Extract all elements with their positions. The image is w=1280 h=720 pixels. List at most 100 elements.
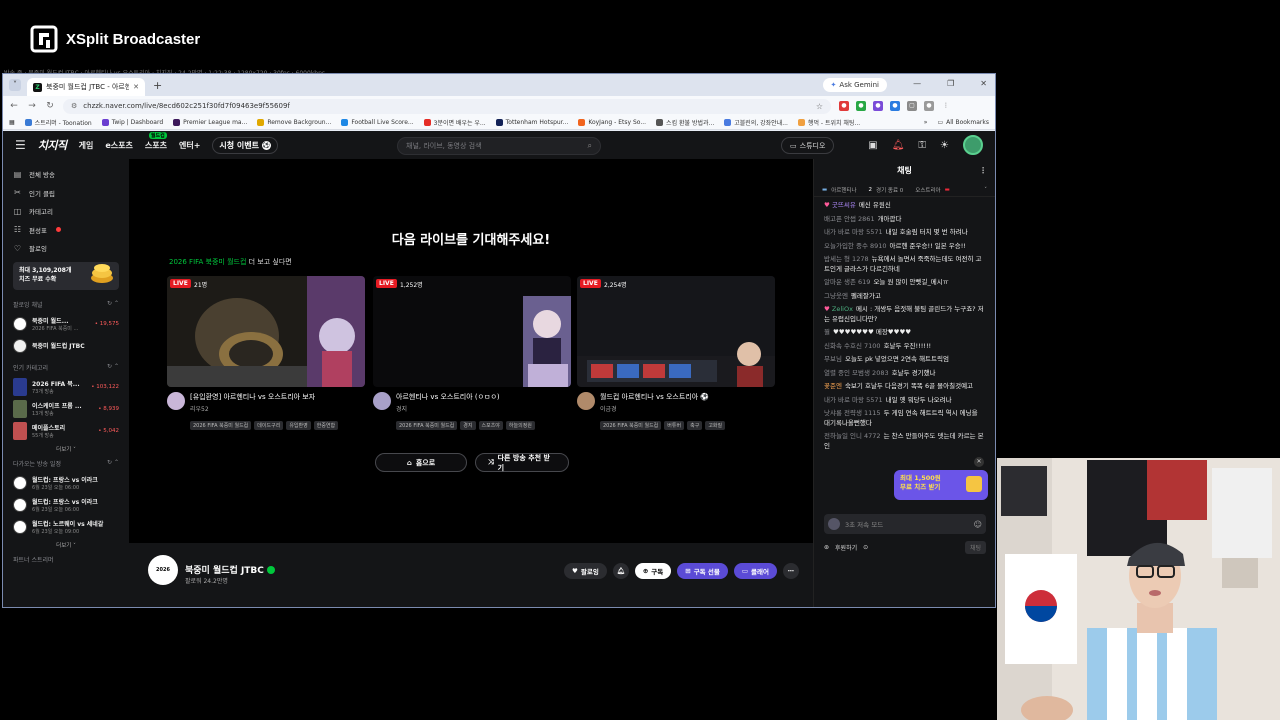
cheese-button[interactable]: ▭ 클래어	[733, 563, 777, 579]
upcoming-item[interactable]: 월드컵: 프랑스 vs 이라크 6월 23일 오늘 06:00	[13, 472, 119, 494]
refresh-icon[interactable]: ↻ ⌃	[107, 300, 119, 309]
maximize-icon[interactable]: ❐	[947, 79, 954, 88]
url-field[interactable]: ⚙ chzzk.naver.com/live/8ecd602c251f30fd7…	[63, 98, 831, 114]
bookmark-item[interactable]: Remove Backgroun...	[257, 119, 331, 126]
recommend-other-button[interactable]: ⤨ 다른 방송 추천 받기	[475, 453, 569, 472]
chat-username[interactable]: 무보님	[824, 355, 842, 363]
extension-blue-icon[interactable]: ●	[890, 101, 900, 111]
tab-close-icon[interactable]: ✕	[133, 83, 139, 91]
card-channel[interactable]: 리우52	[190, 404, 315, 413]
minimize-icon[interactable]: —	[913, 79, 921, 88]
upcoming-item[interactable]: 월드컵: 노르웨이 vs 세네갈 6월 23일 오늘 09:00	[13, 516, 119, 538]
streamer-avatar[interactable]	[577, 392, 595, 410]
tag[interactable]: 유입환영	[286, 421, 311, 430]
promo-close-icon[interactable]: ✕	[974, 457, 984, 467]
streamer-avatar[interactable]	[373, 392, 391, 410]
bookmark-item[interactable]: 고블린의, 강좌안내...	[724, 118, 788, 127]
nav-entertainment[interactable]: 엔터+	[179, 140, 200, 151]
chat-username[interactable]: 열렬 중인 모범생 2083	[824, 369, 889, 377]
upcoming-item[interactable]: 월드컵: 프랑스 vs 이라크 6월 23일 오늘 06:00	[13, 494, 119, 516]
refresh-icon[interactable]: ↻ ⌃	[107, 363, 119, 372]
all-bookmarks-button[interactable]: ▭ All Bookmarks	[937, 119, 989, 126]
bookmark-item[interactable]: 행먹 - 트위치 채팅...	[797, 118, 860, 127]
chat-send-button[interactable]: 채팅	[964, 541, 986, 554]
extension-green-icon[interactable]: ●	[856, 101, 866, 111]
card-thumbnail[interactable]: LIVE 1,252명	[373, 276, 571, 387]
sidebar-item[interactable]: ▤ 전체 방송	[13, 165, 119, 184]
categories-more-button[interactable]: 더보기 ˅	[13, 445, 119, 453]
new-tab-icon[interactable]: +	[153, 79, 162, 92]
nav-game[interactable]: 게임	[79, 140, 94, 151]
card-title[interactable]: 월드컵 아르헨티나 vs 오스트리아 ⚽	[600, 392, 709, 402]
chat-username[interactable]: 그냥웃엔	[824, 292, 848, 300]
user-avatar[interactable]	[963, 135, 983, 155]
chat-username[interactable]: 밥세는 형 1278	[824, 255, 869, 263]
bookmark-item[interactable]: Football Live Score...	[341, 119, 414, 126]
sidebar-item[interactable]: ♡ 팔로잉	[13, 239, 119, 258]
watch-event-button[interactable]: 시청 이벤트 ⚽	[212, 136, 279, 154]
chat-input-box[interactable]: 3초 저속 모드 ☺	[824, 514, 986, 534]
card-title[interactable]: [유입환영] 아르헨티나 vs 오스트리아 보자	[190, 392, 315, 402]
extension-red-icon[interactable]: ●	[839, 101, 849, 111]
browser-menu-icon[interactable]: ⋮	[941, 101, 951, 111]
live-card-1[interactable]: LIVE 21명 [유입환영] 아르헨티나 vs 오스트리아 보자 리우52 2…	[167, 276, 365, 430]
forward-icon[interactable]: →	[27, 101, 37, 111]
nav-esports[interactable]: e스포츠	[105, 140, 133, 151]
expand-chevron-icon[interactable]: ˅	[984, 187, 987, 193]
bookmark-item[interactable]: 3분이면 배우는 우...	[423, 118, 486, 127]
tag[interactable]: 경지	[460, 421, 476, 430]
live-card-2[interactable]: LIVE 1,252명 아르헨티나 vs 오스트리아 (ㅇㅁㅇ) 경지 2026…	[373, 276, 571, 430]
tag[interactable]: 2026 FIFA 북중미 월드컵	[600, 421, 662, 430]
bookmark-item[interactable]: Twip | Dashboard	[101, 119, 163, 126]
more-options-button[interactable]: ⋯	[783, 563, 799, 579]
live-card-3[interactable]: LIVE 2,254명 월드컵 아르헨티나 vs 오스트리아 ⚽ 이금경 202…	[577, 276, 775, 430]
category-item[interactable]: 메이플스토리 55개 방송 • 5,042	[13, 420, 119, 442]
cheese-promo-banner[interactable]: 최대 3,109,208개 치즈 무료 수확	[13, 261, 119, 290]
bookmark-star-icon[interactable]: ☆	[816, 102, 823, 111]
chat-username[interactable]: 전하늘일 인니 4772	[824, 432, 881, 440]
studio-button[interactable]: ▭ 스튜디오	[781, 137, 835, 154]
wallet-icon[interactable]: ▣	[868, 140, 877, 151]
tag[interactable]: 2026 FIFA 북중미 월드컵	[190, 421, 252, 430]
bookmark-item[interactable]: 스트리머 - Toonation	[24, 118, 92, 127]
followed-channel[interactable]: 북중미 월드컵 JTBC	[13, 335, 119, 357]
card-channel[interactable]: 이금경	[600, 404, 709, 413]
apps-grid-icon[interactable]: ▦	[9, 119, 15, 126]
chat-username[interactable]: 오늘가입한 중수 8910	[824, 242, 887, 250]
chzzk-logo[interactable]: 치지직	[38, 137, 67, 153]
chat-username[interactable]: 굿뜨씨유	[832, 201, 856, 209]
sidebar-item[interactable]: ✂ 인기 클립	[13, 184, 119, 203]
bookmark-item[interactable]: KoyJang - Etsy So...	[578, 119, 646, 126]
channel-logo[interactable]: 2026	[148, 555, 178, 585]
search-icon[interactable]: ⌕	[588, 141, 592, 151]
chat-menu-icon[interactable]: ⋮	[979, 159, 987, 183]
streamer-avatar[interactable]	[167, 392, 185, 410]
card-channel[interactable]: 경지	[396, 404, 500, 413]
theme-sun-icon[interactable]: ☀	[940, 140, 949, 151]
menu-hamburger-icon[interactable]: ☰	[15, 138, 26, 152]
subscribe-button[interactable]: ⊕ 구독	[634, 563, 672, 579]
tag[interactable]: 하늘의정원	[505, 421, 535, 430]
chat-settings-icon[interactable]: ⊙	[863, 544, 868, 551]
followed-channel[interactable]: 북중미 월드... 2026 FIFA 북중미 ... • 19,575	[13, 313, 119, 335]
card-thumbnail[interactable]: LIVE 2,254명	[577, 276, 775, 387]
chat-username[interactable]: 내가 바로 마왕 5571	[824, 396, 883, 404]
tag[interactable]: 축구	[687, 421, 703, 430]
channel-name[interactable]: 북중미 월드컵 JTBC	[185, 563, 264, 576]
close-window-icon[interactable]: ✕	[980, 79, 987, 88]
chat-username[interactable]: 뭘	[824, 328, 830, 336]
ask-gemini-button[interactable]: ✦ Ask Gemini	[822, 78, 887, 92]
back-icon[interactable]: ←	[9, 101, 19, 111]
bookmarks-overflow-button[interactable]: »	[924, 119, 928, 126]
chat-username[interactable]: 내가 바로 마왕 5571	[824, 228, 883, 236]
tag[interactable]: 버튜버	[664, 421, 685, 430]
category-item[interactable]: 2026 FIFA 북... 73개 방송 • 103,122	[13, 376, 119, 398]
tag[interactable]: 스포츠야	[478, 421, 503, 430]
chat-username[interactable]: 알마운 생존 619	[824, 278, 870, 286]
gift-subscribe-button[interactable]: ⊞ 구독 선물	[677, 563, 728, 579]
notification-button[interactable]: 🔔︎	[612, 563, 629, 579]
donate-button[interactable]: 후원하기	[835, 543, 857, 552]
tag[interactable]: 고화질	[705, 421, 726, 430]
chat-username[interactable]: 배고픈 안썹 2861	[824, 215, 875, 223]
card-title[interactable]: 아르헨티나 vs 오스트리아 (ㅇㅁㅇ)	[396, 392, 500, 402]
